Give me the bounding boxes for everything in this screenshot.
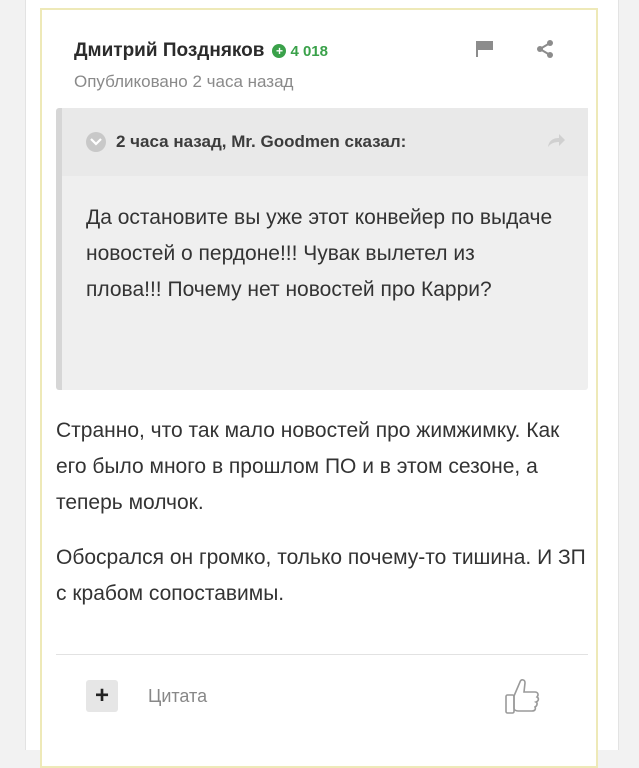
forum-post: Дмитрий Поздняков + 4 018 Опубликовано 2… bbox=[40, 8, 598, 768]
share-icon[interactable] bbox=[534, 38, 556, 60]
author-row: Дмитрий Поздняков + 4 018 bbox=[74, 40, 328, 62]
reputation-badge: + 4 018 bbox=[272, 43, 328, 60]
post-actions bbox=[474, 38, 556, 60]
quote-header[interactable]: 2 часа назад, Mr. Goodmen сказал: bbox=[62, 108, 588, 176]
post-paragraph: Обосрался он громко, только почему-то ти… bbox=[56, 546, 586, 605]
divider bbox=[56, 654, 588, 655]
post-footer: + Цитата bbox=[86, 680, 207, 712]
reputation-plus-icon: + bbox=[272, 44, 287, 58]
reply-arrow-icon[interactable] bbox=[546, 132, 566, 153]
chevron-down-icon[interactable] bbox=[86, 132, 106, 152]
author-name[interactable]: Дмитрий Поздняков bbox=[74, 40, 264, 62]
quote-button[interactable]: Цитата bbox=[148, 686, 207, 707]
reputation-value: 4 018 bbox=[290, 42, 328, 60]
thumbs-up-icon[interactable] bbox=[502, 676, 542, 725]
quote-text: Да остановите вы уже этот конвейер по вы… bbox=[86, 206, 553, 301]
post-paragraph: Странно, что так мало новостей про жимжи… bbox=[56, 419, 560, 514]
published-time: Опубликовано 2 часа назад bbox=[74, 72, 294, 91]
quote-header-text: 2 часа назад, Mr. Goodmen сказал: bbox=[116, 132, 407, 151]
quote-block: 2 часа назад, Mr. Goodmen сказал: Да ост… bbox=[56, 108, 588, 390]
plus-icon[interactable]: + bbox=[86, 680, 118, 712]
flag-icon[interactable] bbox=[474, 38, 496, 60]
